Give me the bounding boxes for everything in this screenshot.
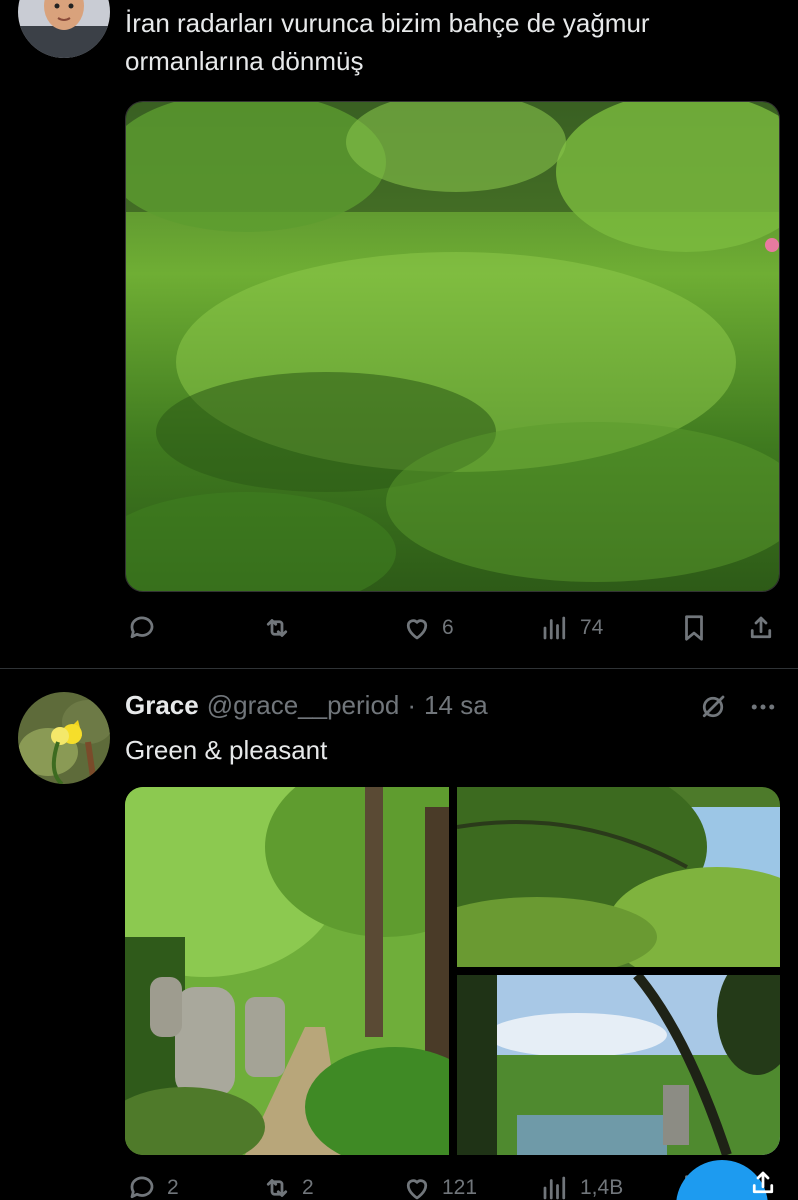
- tweet-text: Green & pleasant: [125, 735, 328, 765]
- tweet-media-grid: [125, 787, 780, 1155]
- share-icon: [752, 1171, 774, 1194]
- retweet-icon: [266, 619, 288, 637]
- views-button[interactable]: 74: [540, 608, 603, 648]
- more-button[interactable]: [748, 692, 778, 724]
- like-count: 6: [442, 616, 454, 639]
- tweet-time[interactable]: 14 sa: [424, 690, 488, 721]
- bookmark-icon: [685, 615, 703, 641]
- reply-icon: [130, 616, 154, 639]
- like-button[interactable]: 121: [402, 1168, 477, 1200]
- tweet-image-tree-canopy[interactable]: [457, 787, 780, 967]
- reply-button[interactable]: 2: [127, 1168, 179, 1200]
- views-icon: [543, 1176, 566, 1200]
- retweet-count: 2: [302, 1176, 314, 1199]
- tree-canopy-image: [457, 787, 780, 967]
- river-view-image: [457, 975, 780, 1155]
- views-count: 74: [580, 616, 604, 639]
- share-button[interactable]: [746, 608, 776, 648]
- grok-icon: [702, 695, 725, 718]
- separator-dot: ·: [407, 690, 417, 720]
- avatar-daffodil-image: [18, 692, 110, 784]
- reply-button[interactable]: [127, 608, 167, 648]
- tweet-1[interactable]: İran radarları vurunca bizim bahçe de ya…: [0, 0, 798, 670]
- garden-grass-image: [126, 102, 779, 591]
- tweet-image-garden[interactable]: [125, 101, 780, 592]
- views-button[interactable]: 1,4B: [540, 1168, 623, 1200]
- reply-count: 2: [167, 1176, 179, 1199]
- like-icon: [406, 1179, 428, 1200]
- avatar[interactable]: [18, 692, 110, 784]
- bookmark-button[interactable]: [679, 608, 709, 648]
- tweet-image-graveyard-path[interactable]: [125, 787, 449, 1155]
- views-icon: [543, 616, 566, 640]
- tweet-image-river-view[interactable]: [457, 975, 780, 1155]
- graveyard-path-image: [125, 787, 449, 1155]
- avatar-boy-image: [18, 0, 110, 58]
- author-handle[interactable]: @grace__period: [207, 690, 400, 721]
- author-name[interactable]: Grace: [125, 690, 199, 721]
- grok-button[interactable]: [698, 692, 728, 724]
- like-count: 121: [442, 1176, 478, 1199]
- reply-icon: [130, 1176, 154, 1199]
- like-button[interactable]: 6: [402, 608, 454, 648]
- tweet-text: İran radarları vurunca bizim bahçe de ya…: [125, 8, 650, 76]
- more-icon: [751, 704, 775, 710]
- retweet-button[interactable]: [262, 608, 302, 648]
- tweet-actions: 6 74: [0, 608, 798, 648]
- share-icon: [750, 616, 772, 639]
- retweet-button[interactable]: 2: [262, 1168, 314, 1200]
- retweet-icon: [266, 1179, 288, 1197]
- tweet-header: Grace @grace__period · 14 sa: [125, 690, 488, 721]
- avatar[interactable]: [18, 0, 110, 58]
- views-count: 1,4B: [580, 1176, 624, 1199]
- like-icon: [406, 619, 428, 640]
